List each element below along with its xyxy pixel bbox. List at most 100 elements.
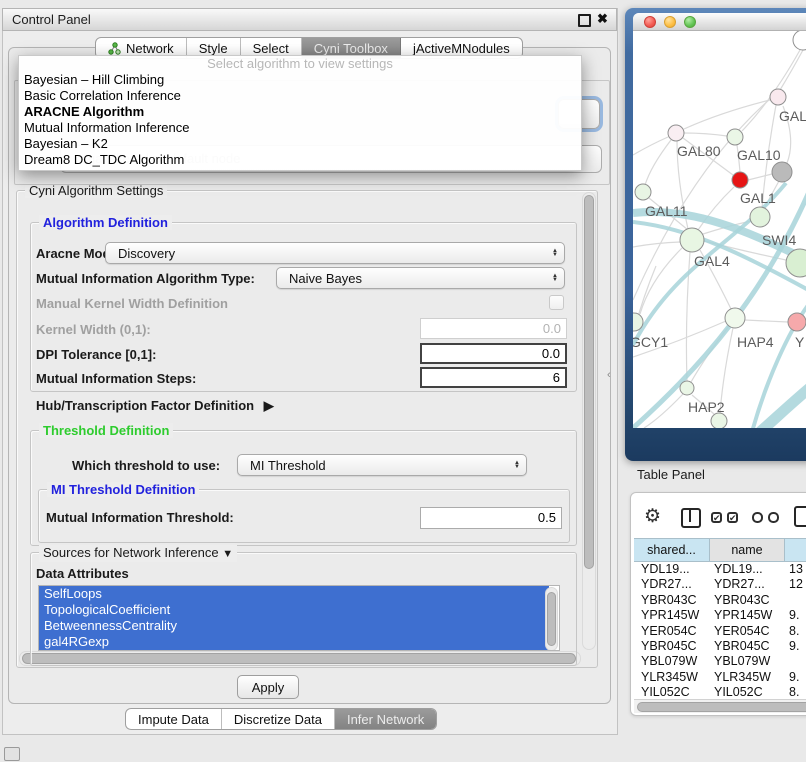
- kernel-width-label: Kernel Width (0,1):: [36, 322, 151, 337]
- table-cell: YER054C: [641, 624, 697, 638]
- tab-label: Network: [126, 41, 174, 56]
- window-zoom-icon[interactable]: [684, 16, 696, 28]
- algorithm-option[interactable]: Bayesian – Hill Climbing: [19, 72, 581, 88]
- collapse-down-icon[interactable]: ▼: [222, 548, 233, 560]
- table-row[interactable]: YBR045CYBR045C9.: [634, 639, 806, 654]
- deselect-all-icon[interactable]: [752, 512, 763, 523]
- network-node[interactable]: [680, 381, 694, 395]
- panel-grip-icon[interactable]: [4, 747, 20, 761]
- column-header[interactable]: [785, 538, 806, 562]
- network-node[interactable]: [772, 162, 792, 182]
- data-attributes-list[interactable]: SelfLoopsTopologicalCoefficientBetweenne…: [38, 585, 560, 651]
- algorithm-option[interactable]: ARACNE Algorithm: [19, 104, 581, 120]
- window-minimize-icon[interactable]: [664, 16, 676, 28]
- tab-infer-network[interactable]: Infer Network: [335, 709, 436, 729]
- attribute-item[interactable]: BetweennessCentrality: [39, 618, 549, 634]
- network-node[interactable]: [680, 228, 704, 252]
- table-cell: YBR043C: [641, 593, 697, 607]
- algorithm-option[interactable]: Bayesian – K2: [19, 136, 581, 152]
- table-row[interactable]: YBL079WYBL079W: [634, 654, 806, 669]
- mi-steps-input[interactable]: 6: [420, 367, 567, 388]
- network-node[interactable]: [750, 207, 770, 227]
- network-node[interactable]: [668, 125, 684, 141]
- network-node[interactable]: [793, 31, 806, 50]
- algorithm-option[interactable]: Basic Correlation Inference: [19, 88, 581, 104]
- table-cell: 12: [789, 577, 803, 591]
- sources-group-title[interactable]: Sources for Network Inference ▼: [39, 545, 237, 562]
- column-layout-icon[interactable]: [681, 508, 701, 528]
- network-node[interactable]: [725, 308, 745, 328]
- network-node[interactable]: [727, 129, 743, 145]
- manual-kernel-label: Manual Kernel Width Definition: [36, 296, 228, 311]
- network-edge-highlight[interactable]: [760, 386, 806, 428]
- table-row[interactable]: YBR043CYBR043C: [634, 593, 806, 608]
- export-table-icon[interactable]: [794, 506, 806, 527]
- attribute-item[interactable]: SelfLoops: [39, 586, 549, 602]
- column-header[interactable]: shared...: [634, 538, 710, 562]
- network-canvas[interactable]: GAL7GAL80GAL10GAL1GAL11GAL4SWI4GCY1HAP4Y…: [633, 31, 806, 428]
- aracne-mode-select[interactable]: Discovery ▲▼: [105, 242, 565, 264]
- table-row[interactable]: YDL19...YDL19...13: [634, 562, 806, 577]
- float-window-icon[interactable]: [578, 14, 591, 27]
- combo-spinner-icon: ▲▼: [552, 274, 558, 283]
- network-edge[interactable]: [748, 174, 772, 180]
- table-cell: 8.: [789, 624, 799, 638]
- network-icon: [108, 42, 121, 55]
- column-header[interactable]: name: [710, 538, 785, 562]
- table-horizontal-scrollbar[interactable]: [634, 699, 806, 713]
- attribute-item[interactable]: TopologicalCoefficient: [39, 602, 549, 618]
- network-node[interactable]: [770, 89, 786, 105]
- tab-impute-data[interactable]: Impute Data: [126, 709, 222, 729]
- network-node-label: Y: [795, 334, 805, 350]
- network-edge[interactable]: [745, 320, 788, 322]
- network-edge[interactable]: [684, 133, 727, 136]
- algorithm-option[interactable]: Mutual Information Inference: [19, 120, 581, 136]
- expand-right-icon[interactable]: ▶: [264, 398, 274, 413]
- attribute-item[interactable]: gal4RGexp: [39, 634, 549, 650]
- select-all-check-icon[interactable]: ✔: [711, 512, 722, 523]
- network-node[interactable]: [635, 184, 651, 200]
- algorithm-option[interactable]: Dream8 DC_TDC Algorithm: [19, 152, 581, 168]
- table-hscroll-thumb[interactable]: [637, 702, 806, 712]
- network-node[interactable]: [788, 313, 806, 331]
- network-node-label: GAL11: [645, 203, 688, 219]
- dpi-tolerance-input[interactable]: 0.0: [420, 343, 567, 364]
- manual-kernel-checkbox[interactable]: [549, 295, 564, 310]
- tab-label: Discretize Data: [234, 712, 322, 727]
- attributes-list-scrollbar[interactable]: [545, 587, 558, 651]
- table-row[interactable]: YIL052CYIL052C8.: [634, 685, 806, 700]
- tab-discretize-data[interactable]: Discretize Data: [222, 709, 335, 729]
- table-row[interactable]: YLR345WYLR345W9.: [634, 670, 806, 685]
- table-cell: YDR27...: [641, 577, 692, 591]
- hub-section-toggle[interactable]: Hub/Transcription Factor Definition ▶: [36, 398, 274, 414]
- window-close-icon[interactable]: [644, 16, 656, 28]
- network-node[interactable]: [732, 172, 748, 188]
- select-all-check-icon[interactable]: ✔: [727, 512, 738, 523]
- network-node-label: GAL10: [737, 147, 781, 163]
- table-row[interactable]: YPR145WYPR145W9.: [634, 608, 806, 623]
- mi-algorithm-type-value: Naive Bayes: [289, 271, 362, 286]
- close-icon[interactable]: ✖: [597, 11, 608, 27]
- table-row[interactable]: YDR27... YDR27... 12: [634, 577, 806, 592]
- apply-button[interactable]: Apply: [237, 675, 299, 699]
- splitter-collapse-icon[interactable]: ‹: [607, 369, 611, 381]
- mi-algorithm-type-select[interactable]: Naive Bayes ▲▼: [276, 267, 565, 289]
- mi-threshold-input[interactable]: 0.5: [420, 507, 562, 529]
- table-cell: YDR27...: [714, 577, 765, 591]
- kernel-width-input[interactable]: 0.0: [420, 318, 567, 339]
- deselect-all-icon[interactable]: [768, 512, 779, 523]
- table-cell: YDL19...: [714, 562, 763, 576]
- network-edge[interactable]: [633, 242, 680, 247]
- settings-vscroll-thumb[interactable]: [584, 195, 594, 569]
- mi-steps-label: Mutual Information Steps:: [36, 371, 196, 386]
- attributes-scroll-thumb[interactable]: [547, 592, 556, 646]
- tab-label: Impute Data: [138, 712, 209, 727]
- algorithm-dropdown-popup: Select algorithm to view settings Bayesi…: [18, 55, 582, 171]
- settings-vertical-scrollbar[interactable]: [582, 192, 596, 650]
- combo-spinner-icon: ▲▼: [514, 461, 520, 470]
- network-edge[interactable]: [780, 50, 803, 90]
- network-node[interactable]: [711, 413, 727, 428]
- table-row[interactable]: YER054CYER054C8.: [634, 624, 806, 639]
- which-threshold-select[interactable]: MI Threshold ▲▼: [237, 454, 527, 476]
- gear-icon[interactable]: ⚙: [644, 505, 661, 528]
